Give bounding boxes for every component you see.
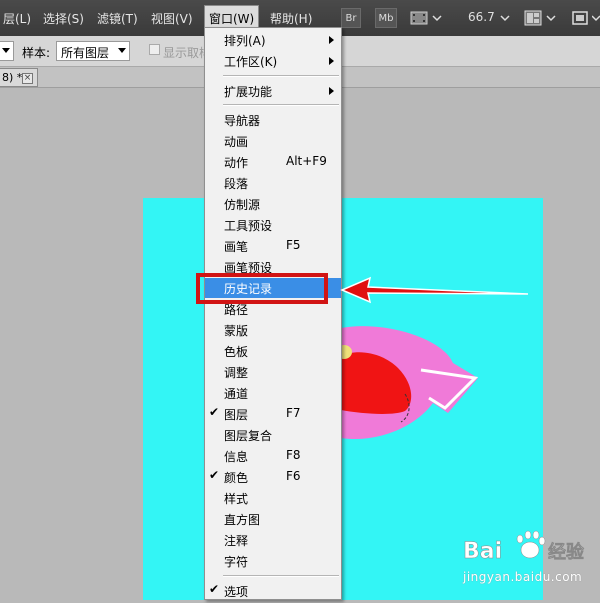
window-menu-dropdown: 排列(A) 工作区(K) 扩展功能 导航器 动画 动作 Alt+F9 段落 仿制… bbox=[204, 27, 342, 600]
menu-item-navigator[interactable]: 导航器 bbox=[205, 110, 341, 130]
film-icon[interactable] bbox=[410, 9, 428, 27]
sample-select[interactable]: 所有图层 bbox=[56, 41, 130, 61]
screen-mode-icon[interactable] bbox=[571, 9, 589, 27]
shortcut-label: F6 bbox=[286, 469, 301, 483]
checkmark-icon: ✔ bbox=[209, 582, 220, 596]
menu-separator bbox=[223, 104, 339, 106]
menu-item-clone-source[interactable]: 仿制源 bbox=[205, 194, 341, 214]
menu-select[interactable]: 选择(S) bbox=[43, 10, 84, 27]
shortcut-label: F8 bbox=[286, 448, 301, 462]
brush-mode-select[interactable] bbox=[0, 41, 14, 61]
menu-item-tool-presets[interactable]: 工具预设 bbox=[205, 215, 341, 235]
menu-layer[interactable]: 层(L) bbox=[3, 10, 31, 27]
menu-item-arrange[interactable]: 排列(A) bbox=[205, 30, 341, 50]
paw-icon bbox=[516, 530, 546, 559]
red-arrow-annotation bbox=[340, 276, 529, 304]
document-tab-title: 8) * bbox=[2, 71, 23, 84]
menu-item-actions[interactable]: 动作 Alt+F9 bbox=[205, 152, 341, 172]
menu-item-paragraph[interactable]: 段落 bbox=[205, 173, 341, 193]
menu-item-options[interactable]: ✔ 选项 bbox=[205, 581, 341, 601]
menu-item-color[interactable]: ✔ 颜色 F6 bbox=[205, 467, 341, 487]
menu-item-workspace[interactable]: 工作区(K) bbox=[205, 51, 341, 71]
menu-help[interactable]: 帮助(H) bbox=[270, 10, 312, 27]
sample-label: 样本: bbox=[22, 46, 51, 60]
menu-item-histogram[interactable]: 直方图 bbox=[205, 509, 341, 529]
shortcut-label: F7 bbox=[286, 406, 301, 420]
baidu-jingyan-watermark: Bai 经验 bbox=[440, 520, 600, 600]
chevron-down-icon[interactable] bbox=[432, 9, 442, 27]
watermark-brand-right: 经验 bbox=[548, 541, 585, 563]
menu-separator bbox=[223, 575, 339, 577]
show-ring-checkbox[interactable] bbox=[149, 44, 160, 55]
menu-item-channels[interactable]: 通道 bbox=[205, 383, 341, 403]
menu-view[interactable]: 视图(V) bbox=[151, 10, 193, 27]
chevron-right-icon bbox=[329, 36, 334, 44]
chevron-right-icon bbox=[329, 87, 334, 95]
sample-value: 所有图层 bbox=[61, 46, 110, 60]
chevron-down-icon[interactable] bbox=[500, 9, 510, 27]
zoom-level[interactable]: 66.7 bbox=[468, 10, 495, 24]
menu-separator bbox=[223, 75, 339, 77]
chevron-right-icon bbox=[329, 57, 334, 65]
menu-item-layers[interactable]: ✔ 图层 F7 bbox=[205, 404, 341, 424]
menu-item-extensions[interactable]: 扩展功能 bbox=[205, 81, 341, 101]
shortcut-label: Alt+F9 bbox=[286, 154, 327, 168]
menu-item-masks[interactable]: 蒙版 bbox=[205, 320, 341, 340]
checkmark-icon: ✔ bbox=[209, 468, 220, 482]
document-tab[interactable]: 8) * × bbox=[0, 68, 38, 87]
menu-item-info[interactable]: 信息 F8 bbox=[205, 446, 341, 466]
menu-item-adjustments[interactable]: 调整 bbox=[205, 362, 341, 382]
chevron-down-icon bbox=[118, 48, 126, 53]
menu-item-notes[interactable]: 注释 bbox=[205, 530, 341, 550]
bridge-button[interactable]: Br bbox=[341, 8, 361, 28]
highlight-annotation-box bbox=[196, 273, 328, 304]
shortcut-label: F5 bbox=[286, 238, 301, 252]
menu-item-animation[interactable]: 动画 bbox=[205, 131, 341, 151]
watermark-url: jingyan.baidu.com bbox=[463, 570, 583, 584]
menu-item-character[interactable]: 字符 bbox=[205, 551, 341, 571]
close-icon[interactable]: × bbox=[22, 73, 33, 84]
mini-bridge-button[interactable]: Mb bbox=[375, 8, 397, 28]
chevron-down-icon[interactable] bbox=[546, 9, 556, 27]
checkmark-icon: ✔ bbox=[209, 405, 220, 419]
menu-item-styles[interactable]: 样式 bbox=[205, 488, 341, 508]
menu-item-swatches[interactable]: 色板 bbox=[205, 341, 341, 361]
chevron-down-icon[interactable] bbox=[591, 9, 600, 27]
arrange-documents-icon[interactable] bbox=[524, 9, 542, 27]
menu-filter[interactable]: 滤镜(T) bbox=[97, 10, 138, 27]
watermark-brand-left: Bai bbox=[463, 539, 502, 564]
menu-item-layer-comps[interactable]: 图层复合 bbox=[205, 425, 341, 445]
chevron-down-icon bbox=[2, 48, 10, 53]
menu-item-brush[interactable]: 画笔 F5 bbox=[205, 236, 341, 256]
